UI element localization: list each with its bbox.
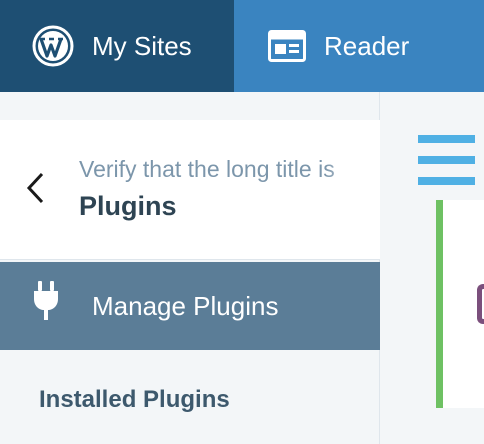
header-card: Verify that the long title is Plugins — [0, 120, 380, 260]
header-subtitle: Verify that the long title is — [79, 156, 335, 182]
reader-icon — [268, 30, 306, 62]
my-sites-button[interactable]: My Sites — [0, 0, 234, 92]
hamburger-menu-icon[interactable] — [418, 135, 475, 185]
sidebar: Verify that the long title is Plugins Ma… — [0, 92, 380, 444]
manage-plugins-section[interactable]: Manage Plugins — [0, 262, 380, 350]
plug-icon — [30, 280, 62, 322]
plugin-logo-icon — [477, 284, 484, 324]
page-title: Plugins — [79, 191, 177, 221]
header-text: Verify that the long title is Plugins — [79, 154, 369, 224]
chevron-left-icon — [24, 171, 46, 210]
back-button[interactable] — [20, 170, 50, 210]
masterbar: My Sites Reader — [0, 0, 484, 92]
wordpress-logo-icon — [32, 25, 74, 67]
plugin-card[interactable] — [436, 200, 484, 408]
my-sites-label: My Sites — [92, 30, 192, 61]
content-area — [381, 92, 484, 444]
installed-plugins-item[interactable]: Installed Plugins — [39, 386, 230, 414]
reader-label: Reader — [324, 30, 410, 61]
reader-button[interactable]: Reader — [234, 0, 484, 92]
manage-plugins-label: Manage Plugins — [92, 290, 279, 321]
